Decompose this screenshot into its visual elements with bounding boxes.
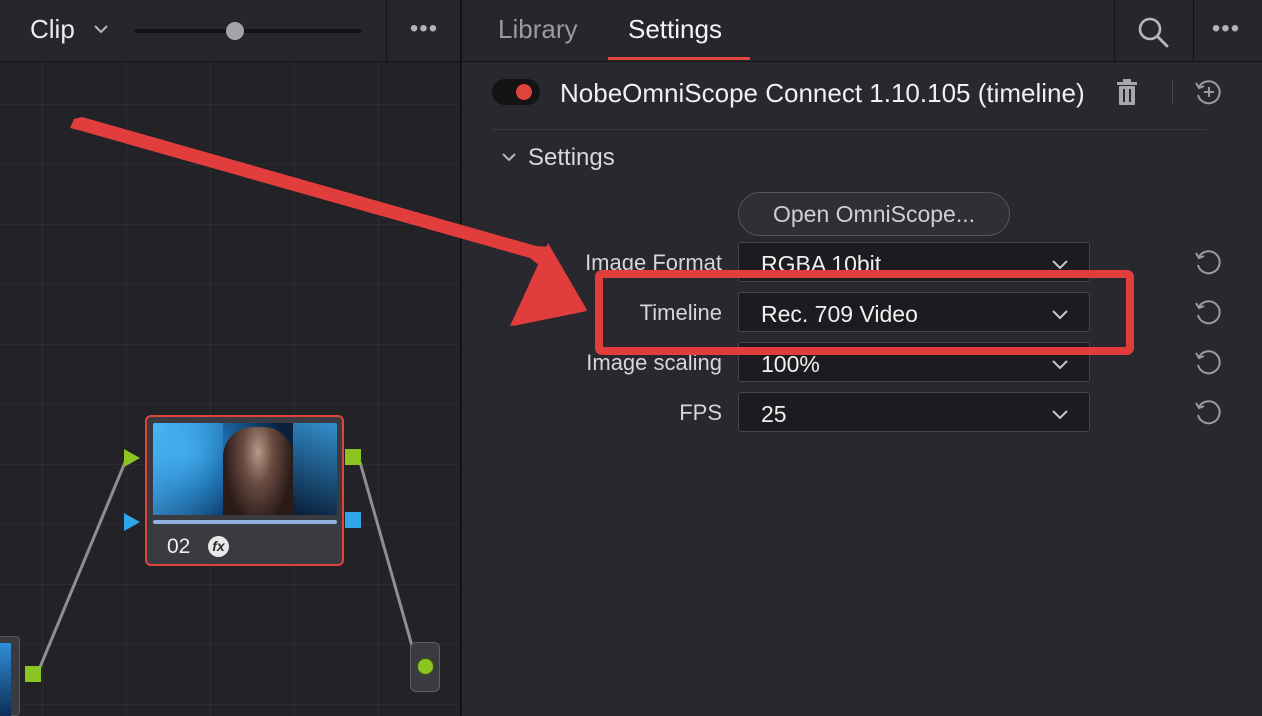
header-divider <box>1193 0 1194 62</box>
timeline-select[interactable]: Rec. 709 Video <box>738 292 1090 332</box>
node-number: 02 <box>167 535 191 558</box>
node-graph-canvas[interactable] <box>0 62 460 716</box>
clip-node[interactable]: 02 fx <box>145 415 344 566</box>
fx-icon: fx <box>208 536 229 557</box>
open-omniscope-button[interactable]: Open OmniScope... <box>738 192 1010 236</box>
chevron-down-icon <box>1052 360 1068 370</box>
output-port[interactable] <box>417 658 434 675</box>
search-icon[interactable] <box>1136 15 1170 49</box>
previous-node-rgb-output[interactable] <box>25 666 41 682</box>
node-editor-panel: Clip ••• 02 fx <box>0 0 460 716</box>
more-icon[interactable]: ••• <box>402 14 446 48</box>
chevron-down-icon[interactable] <box>92 20 110 38</box>
output-node[interactable] <box>410 642 440 692</box>
param-label-timeline: Timeline <box>639 300 722 325</box>
node-alpha-input-port[interactable] <box>124 513 140 531</box>
param-label-image-format: Image Format <box>585 250 722 275</box>
divider <box>492 129 1206 130</box>
zoom-slider[interactable] <box>134 29 362 33</box>
reset-icon[interactable] <box>1194 398 1222 426</box>
zoom-slider-handle[interactable] <box>226 22 244 40</box>
more-icon[interactable]: ••• <box>1202 14 1250 48</box>
reset-icon[interactable] <box>1194 348 1222 376</box>
header-divider <box>386 0 387 62</box>
image-scaling-select[interactable]: 100% <box>738 342 1090 382</box>
node-thumbnail-bar <box>153 520 337 524</box>
reset-icon[interactable] <box>1194 248 1222 276</box>
toggle-indicator <box>516 84 532 100</box>
tab-settings[interactable]: Settings <box>628 14 722 45</box>
inspector-panel: Library Settings ••• NobeOmniScope Conne… <box>462 0 1262 716</box>
previous-node-thumbnail <box>0 643 11 716</box>
node-editor-header: Clip ••• <box>0 0 460 62</box>
header-divider <box>1114 0 1115 62</box>
reset-add-icon[interactable] <box>1194 78 1222 106</box>
select-value: Rec. 709 Video <box>761 301 918 327</box>
previous-node[interactable] <box>0 636 20 716</box>
node-thumbnail <box>153 423 337 515</box>
separator <box>1172 80 1173 104</box>
param-label-image-scaling: Image scaling <box>586 350 722 375</box>
chevron-down-icon[interactable] <box>500 148 518 166</box>
fps-select[interactable]: 25 <box>738 392 1090 432</box>
section-title[interactable]: Settings <box>528 144 615 172</box>
node-rgb-input-port[interactable] <box>124 449 140 467</box>
image-format-select[interactable]: RGBA 10bit <box>738 242 1090 282</box>
param-label-fps: FPS <box>679 400 722 425</box>
node-rgb-output-port[interactable] <box>345 449 361 465</box>
select-value: 25 <box>761 401 787 427</box>
node-alpha-output-port[interactable] <box>345 512 361 528</box>
reset-icon[interactable] <box>1194 298 1222 326</box>
node-mode-dropdown-label[interactable]: Clip <box>30 14 75 45</box>
chevron-down-icon <box>1052 260 1068 270</box>
effect-enable-toggle[interactable] <box>492 79 540 105</box>
active-tab-indicator <box>608 57 750 60</box>
trash-icon[interactable] <box>1116 78 1138 106</box>
effect-title: NobeOmniScope Connect 1.10.105 (timeline… <box>560 78 1085 108</box>
tab-library[interactable]: Library <box>498 14 577 45</box>
select-value: RGBA 10bit <box>761 251 882 277</box>
select-value: 100% <box>761 351 820 377</box>
inspector-header: Library Settings ••• <box>462 0 1262 62</box>
app-window: Clip ••• 02 fx Library Settings ••• Nobe… <box>0 0 1262 716</box>
chevron-down-icon <box>1052 410 1068 420</box>
chevron-down-icon <box>1052 310 1068 320</box>
